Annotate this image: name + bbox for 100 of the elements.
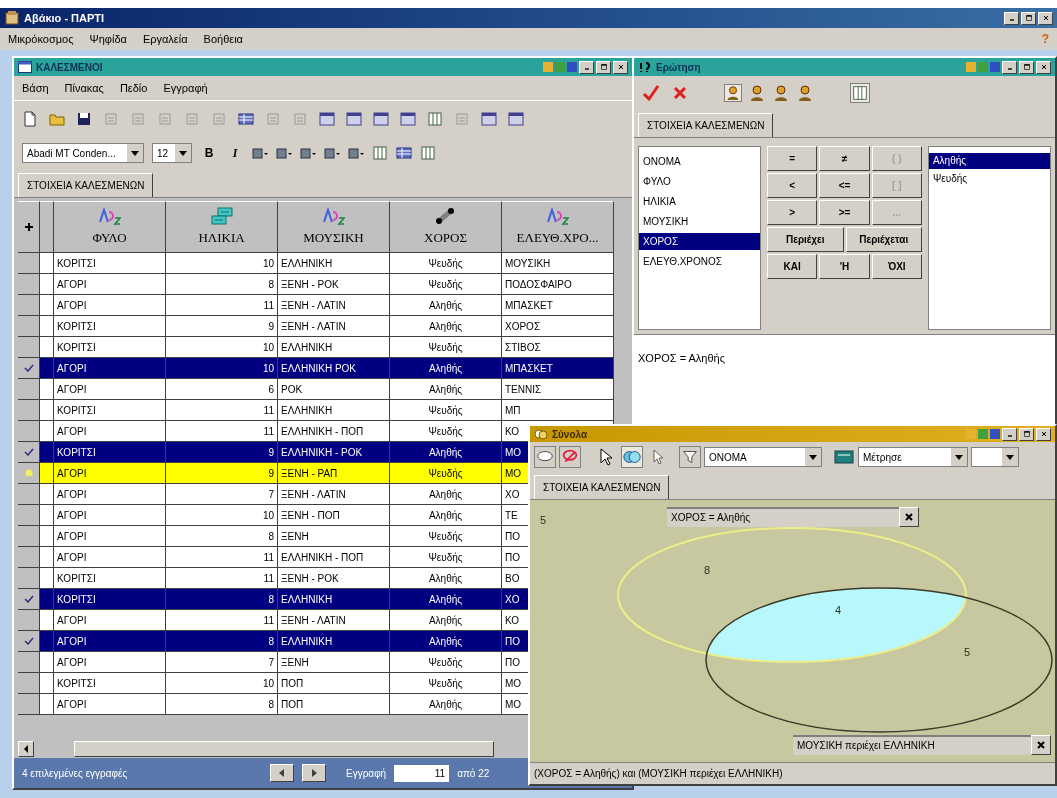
window-tools-icon[interactable] <box>966 61 1000 73</box>
next-record-button[interactable] <box>302 764 326 782</box>
person-icon[interactable] <box>772 84 790 102</box>
format-tool-icon[interactable] <box>348 145 364 161</box>
window-tools-icon[interactable] <box>543 61 577 73</box>
document-icon[interactable] <box>22 110 38 127</box>
field-dropdown[interactable]: ΟΝΟΜΑ <box>704 447 822 467</box>
filter-icon[interactable] <box>679 446 701 468</box>
operator-button[interactable]: ΚΑΙ <box>767 254 818 279</box>
operator-button[interactable]: > <box>767 200 818 225</box>
menu-item[interactable]: Πεδίο <box>119 79 148 97</box>
window-icon[interactable] <box>373 110 389 127</box>
format-tool-icon[interactable] <box>276 145 292 161</box>
row-selector-cell[interactable] <box>18 463 40 484</box>
person-icon[interactable] <box>724 84 742 102</box>
row-selector-cell[interactable] <box>18 358 40 379</box>
tab[interactable]: ΣΤΟΙΧΕΙΑ ΚΑΛΕΣΜΕΝΩΝ <box>534 475 670 499</box>
menu-item[interactable]: Εγγραφή <box>163 79 208 97</box>
menu-item[interactable]: Ψηφίδα <box>89 30 127 48</box>
scrollbar-thumb[interactable] <box>74 741 494 757</box>
menu-item[interactable]: Βοήθεια <box>203 30 243 48</box>
set-ellipse[interactable] <box>705 587 1053 733</box>
value-dropdown[interactable] <box>971 447 1019 467</box>
operator-button[interactable]: Περιέχει <box>767 227 844 252</box>
menu-item[interactable]: Πίνακας <box>64 79 104 97</box>
column-header[interactable]: ΗΛΙΚΙΑ <box>198 228 245 248</box>
tab[interactable]: ΣΤΟΙΧΕΙΑ ΚΑΛΕΣΜΕΝΩΝ <box>638 113 774 137</box>
table-icon[interactable] <box>238 110 254 127</box>
row-selector-cell[interactable] <box>18 295 40 316</box>
sets-view-icon[interactable] <box>621 446 643 468</box>
row-selector-cell[interactable] <box>18 316 40 337</box>
format-tool-icon[interactable] <box>252 145 268 161</box>
style-button[interactable]: B <box>200 144 218 162</box>
person-icon[interactable] <box>796 84 814 102</box>
window-icon[interactable] <box>346 110 362 127</box>
menu-item[interactable]: Εργαλεία <box>142 30 188 48</box>
menu-item[interactable]: Βάση <box>22 79 49 97</box>
row-selector-cell[interactable] <box>18 253 40 274</box>
left-arrow-icon[interactable] <box>22 745 30 753</box>
row-selector-cell[interactable] <box>18 274 40 295</box>
row-selector-cell[interactable] <box>18 400 40 421</box>
row-selector-cell[interactable] <box>18 568 40 589</box>
row-selector-cell[interactable] <box>18 505 40 526</box>
save-icon[interactable] <box>76 110 92 127</box>
row-selector-cell[interactable] <box>18 610 40 631</box>
window-icon[interactable] <box>319 110 335 127</box>
columns-icon[interactable] <box>420 145 436 161</box>
remove-set-button[interactable] <box>1031 735 1051 755</box>
row-selector-icon[interactable] <box>24 223 33 231</box>
person-icon[interactable] <box>748 84 766 102</box>
columns-icon[interactable] <box>850 83 870 103</box>
row-selector-cell[interactable] <box>18 694 40 715</box>
row-selector-cell[interactable] <box>18 484 40 505</box>
size-dropdown[interactable]: 12 <box>152 143 192 163</box>
measure-dropdown[interactable]: Μέτρησε <box>858 447 968 467</box>
close-icon[interactable] <box>1036 740 1046 750</box>
row-selector-cell[interactable] <box>18 442 40 463</box>
columns-icon[interactable] <box>372 145 388 161</box>
remove-set-button[interactable] <box>899 507 919 527</box>
row-selector-cell[interactable] <box>18 631 40 652</box>
operator-button[interactable]: < <box>767 173 818 198</box>
close-icon[interactable] <box>904 512 914 522</box>
operator-button[interactable]: <= <box>819 173 870 198</box>
operator-button[interactable]: Περιέχεται <box>845 227 922 252</box>
window-tools-icon[interactable] <box>966 428 1000 440</box>
list-item[interactable]: ΗΛΙΚΙΑ <box>639 193 761 210</box>
scroll-left-button[interactable] <box>18 741 34 757</box>
column-header[interactable]: ΧΟΡΟΣ <box>424 228 467 248</box>
previous-record-button[interactable] <box>270 764 294 782</box>
operator-button[interactable]: = <box>767 146 818 171</box>
row-selector-cell[interactable] <box>18 421 40 442</box>
table-icon[interactable] <box>396 145 412 161</box>
menu-item[interactable]: Μικρόκοσμος <box>8 30 74 48</box>
check-icon[interactable] <box>642 84 660 102</box>
row-selector-cell[interactable] <box>18 547 40 568</box>
row-selector-cell[interactable] <box>18 379 40 400</box>
ellipse-tool-icon[interactable] <box>534 446 556 468</box>
window-icon[interactable] <box>481 110 497 127</box>
list-item[interactable]: ΦΥΛΟ <box>639 173 761 190</box>
font-dropdown[interactable]: Abadi MT Conden... <box>22 143 144 163</box>
format-tool-icon[interactable] <box>324 145 340 161</box>
list-item[interactable]: ΜΟΥΣΙΚΗ <box>639 213 761 230</box>
style-button[interactable]: I <box>226 144 244 162</box>
row-selector-cell[interactable] <box>18 526 40 547</box>
list-item[interactable]: Ψευδής <box>928 171 1050 187</box>
window-icon[interactable] <box>508 110 524 127</box>
column-header[interactable]: ΦΥΛΟ <box>92 228 127 248</box>
field-list[interactable]: ΟΝΟΜΑ ΦΥΛΟ ΗΛΙΚΙΑ ΜΟΥΣΙΚΗ ΧΟΡΟΣ ΕΛΕΥΘ.ΧΡΟΝΟΣ <box>638 146 762 330</box>
value-list[interactable]: Αληθής Ψευδής <box>927 146 1051 330</box>
row-selector-cell[interactable] <box>18 589 40 610</box>
format-tool-icon[interactable] <box>300 145 316 161</box>
columns-icon[interactable] <box>427 110 443 127</box>
row-selector-cell[interactable] <box>18 337 40 358</box>
tab[interactable]: ΣΤΟΙΧΕΙΑ ΚΑΛΕΣΜΕΝΩΝ <box>18 173 154 197</box>
operator-button[interactable]: >= <box>819 200 870 225</box>
record-field[interactable]: 11 <box>394 764 450 782</box>
list-item[interactable]: ΧΟΡΟΣ <box>639 233 761 250</box>
row-selector-cell[interactable] <box>18 673 40 694</box>
row-selector-cell[interactable] <box>18 652 40 673</box>
list-item[interactable]: ΟΝΟΜΑ <box>639 153 761 170</box>
